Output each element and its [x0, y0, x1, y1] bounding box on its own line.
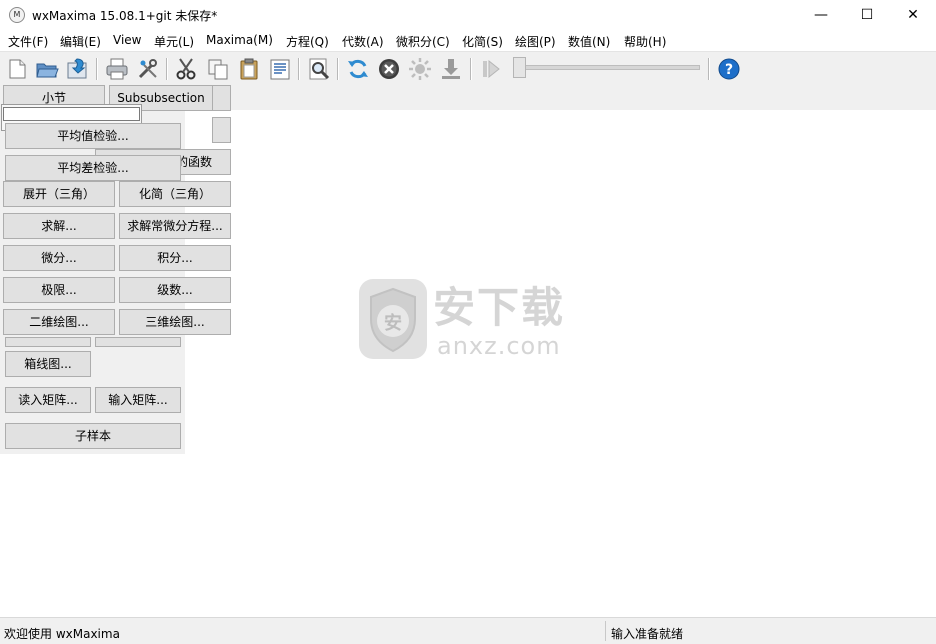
menu-numeric[interactable]: 数值(N)	[568, 33, 610, 50]
menu-algebra[interactable]: 代数(A)	[342, 33, 384, 50]
solve-ode-button[interactable]: 求解常微分方程...	[119, 213, 231, 239]
expand-trig-button[interactable]: 展开（三角）	[3, 181, 115, 207]
title-bar: M wxMaxima 15.08.1+git 未保存* — ☐ ✕	[0, 0, 936, 30]
menu-edit[interactable]: 编辑(E)	[60, 33, 101, 50]
plot-3d-button[interactable]: 三维绘图...	[119, 309, 231, 335]
minimize-button[interactable]: —	[798, 0, 844, 30]
download-icon[interactable]	[439, 57, 463, 81]
window-title: wxMaxima 15.08.1+git 未保存*	[32, 9, 218, 23]
toolbar-separator	[298, 58, 299, 80]
toolbar-separator	[166, 58, 167, 80]
status-separator	[605, 621, 606, 641]
plot-2d-button[interactable]: 二维绘图...	[3, 309, 115, 335]
read-matrix-button[interactable]: 读入矩阵...	[5, 387, 91, 413]
menu-file[interactable]: 文件(F)	[8, 33, 48, 50]
panel-button-partial[interactable]	[212, 85, 231, 111]
wxmaxima-logo-icon: M	[9, 7, 25, 23]
status-ready: 输入准备就绪	[611, 627, 684, 641]
config-icon[interactable]	[136, 57, 160, 81]
menu-simplify[interactable]: 化简(S)	[462, 33, 503, 50]
worksheet-area[interactable]	[185, 110, 936, 617]
panel-button-partial[interactable]	[95, 337, 181, 347]
animation-slider-track[interactable]	[515, 65, 700, 70]
limit-button[interactable]: 极限...	[3, 277, 115, 303]
simplify-trig-button[interactable]: 化简（三角）	[119, 181, 231, 207]
maximize-button[interactable]: ☐	[844, 0, 890, 30]
series-button[interactable]: 级数...	[119, 277, 231, 303]
interrupt-icon[interactable]	[377, 57, 401, 81]
status-welcome: 欢迎使用 wxMaxima	[4, 627, 120, 641]
restart-icon[interactable]	[346, 57, 370, 81]
toolbar-separator	[470, 58, 471, 80]
menu-bar: 文件(F) 编辑(E) View 单元(L) Maxima(M) 方程(Q) 代…	[0, 30, 936, 51]
subsample-button[interactable]: 子样本	[5, 423, 181, 449]
svg-text:?: ?	[725, 62, 733, 78]
watermark-cn-text: 安下载	[433, 283, 566, 332]
watermark-shield-char: 安	[384, 313, 402, 334]
watermark-domain-text: anxz.com	[437, 332, 561, 360]
save-icon[interactable]	[65, 57, 89, 81]
menu-equations[interactable]: 方程(Q)	[286, 33, 329, 50]
watermark: 安 安下载 anxz.com	[359, 279, 574, 361]
mean-test-button[interactable]: 平均值检验...	[5, 123, 181, 149]
differentiate-button[interactable]: 微分...	[3, 245, 115, 271]
animation-slider-thumb[interactable]	[513, 57, 526, 78]
menu-maxima[interactable]: Maxima(M)	[206, 33, 273, 47]
toolbar-separator	[708, 58, 709, 80]
popup-input[interactable]	[3, 107, 140, 121]
open-folder-icon[interactable]	[35, 57, 59, 81]
boxplot-button[interactable]: 箱线图...	[5, 351, 91, 377]
copy-icon[interactable]	[206, 57, 230, 81]
paste-icon[interactable]	[237, 57, 261, 81]
toolbar-separator	[337, 58, 338, 80]
menu-plot[interactable]: 绘图(P)	[515, 33, 556, 50]
panel-button-partial[interactable]	[5, 337, 91, 347]
solve-button[interactable]: 求解...	[3, 213, 115, 239]
toolbar-separator	[96, 58, 97, 80]
find-icon[interactable]	[307, 57, 331, 81]
mean-difference-test-button[interactable]: 平均差检验...	[5, 155, 181, 181]
animation-play-icon[interactable]	[479, 57, 503, 81]
menu-help[interactable]: 帮助(H)	[624, 33, 666, 50]
integrate-button[interactable]: 积分...	[119, 245, 231, 271]
select-all-icon[interactable]	[268, 57, 292, 81]
menu-calculus[interactable]: 微积分(C)	[396, 33, 450, 50]
menu-view[interactable]: View	[113, 33, 141, 47]
menu-cell[interactable]: 单元(L)	[154, 33, 194, 50]
follow-icon[interactable]	[408, 57, 432, 81]
cut-icon[interactable]	[174, 57, 198, 81]
enter-matrix-button[interactable]: 输入矩阵...	[95, 387, 181, 413]
print-icon[interactable]	[105, 57, 129, 81]
toolbar: ?	[0, 51, 936, 86]
panel-button-partial[interactable]	[212, 117, 231, 143]
status-bar: 欢迎使用 wxMaxima 输入准备就绪	[0, 617, 936, 644]
close-button[interactable]: ✕	[890, 0, 936, 30]
help-icon[interactable]: ?	[717, 57, 741, 81]
new-file-icon[interactable]	[5, 57, 29, 81]
